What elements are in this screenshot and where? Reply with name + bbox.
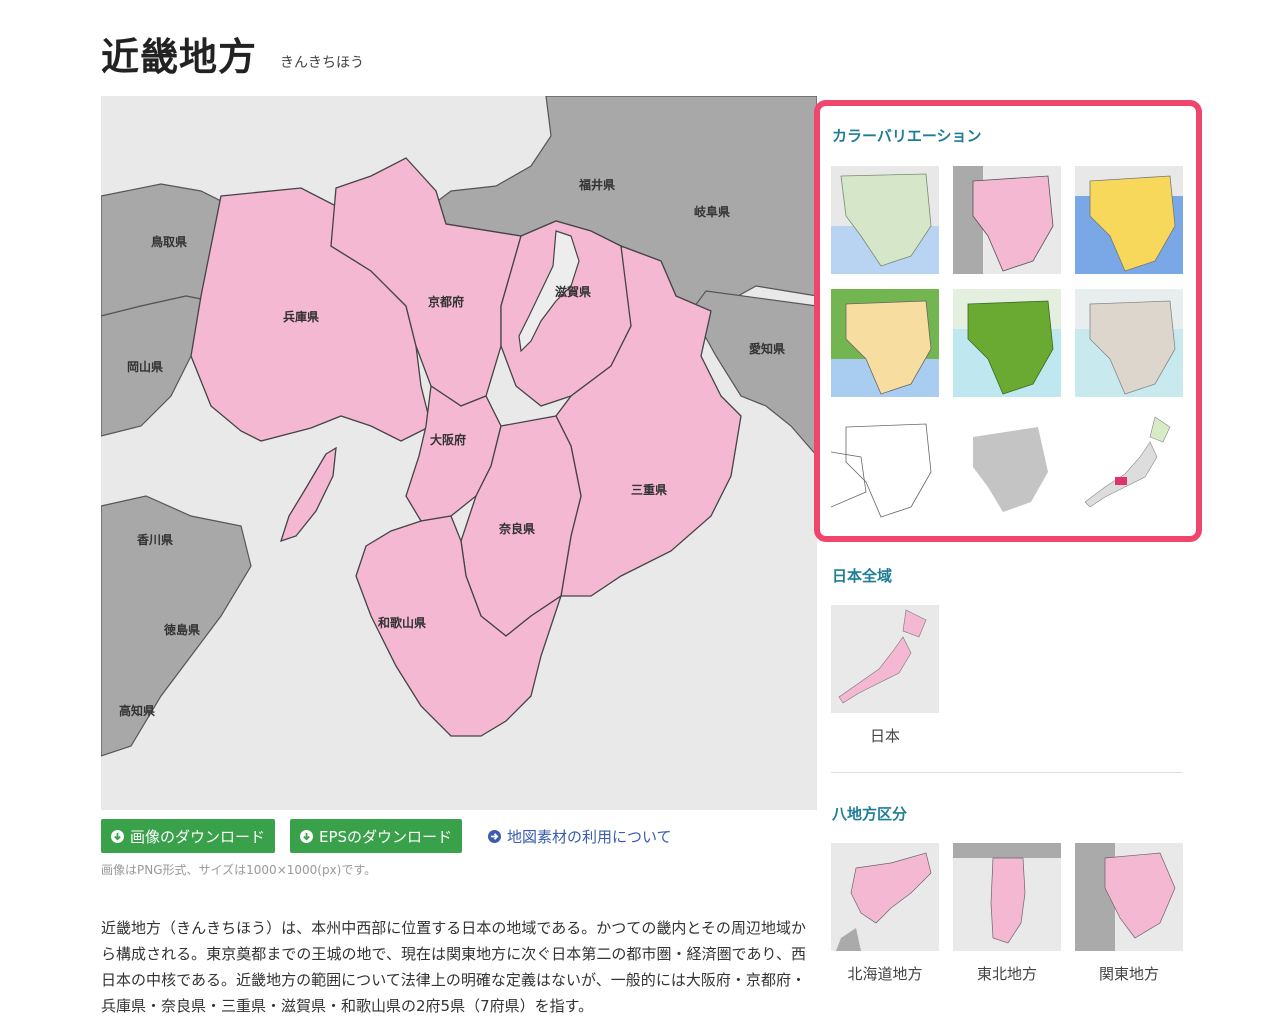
page-title: 近畿地方 bbox=[101, 35, 258, 79]
label-gifu: 岐阜県 bbox=[694, 204, 730, 219]
variation-thumb-outline[interactable] bbox=[831, 412, 939, 520]
download-image-button[interactable]: 画像のダウンロード bbox=[101, 819, 276, 853]
label-shiga: 滋賀県 bbox=[555, 284, 591, 299]
hokkaido-thumb[interactable] bbox=[831, 843, 939, 951]
label-wakayama: 和歌山県 bbox=[377, 615, 426, 630]
label-kochi: 高知県 bbox=[119, 703, 155, 718]
japan-thumb[interactable] bbox=[831, 605, 939, 713]
variation-thumb-yellow[interactable] bbox=[1075, 166, 1183, 274]
usage-info-link[interactable]: 地図素材の利用について bbox=[488, 826, 672, 847]
variation-thumb-gray-beige[interactable] bbox=[1075, 289, 1183, 397]
japan-caption[interactable]: 日本 bbox=[831, 725, 939, 746]
label-tokushima: 徳島県 bbox=[163, 622, 200, 637]
download-image-label: 画像のダウンロード bbox=[130, 827, 266, 846]
hokkaido-caption[interactable]: 北海道地方 bbox=[831, 963, 939, 984]
sidebar-divider bbox=[831, 772, 1182, 773]
download-arrow-icon bbox=[111, 829, 124, 843]
usage-info-label: 地図素材の利用について bbox=[507, 828, 672, 846]
label-aichi: 愛知県 bbox=[749, 341, 785, 356]
label-kagawa: 香川県 bbox=[136, 532, 173, 547]
tohoku-thumb[interactable] bbox=[953, 843, 1061, 951]
label-tottori: 鳥取県 bbox=[151, 234, 187, 249]
image-format-note: 画像はPNG形式、サイズは1000×1000(px)です。 bbox=[101, 863, 377, 877]
kanto-thumb[interactable] bbox=[1075, 843, 1183, 951]
regions-heading: 八地方区分 bbox=[832, 805, 908, 823]
kinki-map-image: 福井県 岐阜県 鳥取県 京都府 滋賀県 兵庫県 岡山県 愛知県 大阪府 三重県 … bbox=[101, 96, 817, 810]
color-variations-heading: カラーバリエーション bbox=[832, 127, 982, 145]
label-nara: 奈良県 bbox=[498, 521, 535, 536]
variation-thumb-silhouette[interactable] bbox=[953, 412, 1061, 520]
label-okayama: 岡山県 bbox=[127, 359, 163, 374]
variation-thumb-japan-location[interactable] bbox=[1075, 412, 1183, 520]
arrow-right-circle-icon bbox=[488, 830, 501, 843]
download-eps-button[interactable]: EPSのダウンロード bbox=[290, 819, 463, 853]
label-mie: 三重県 bbox=[631, 482, 667, 497]
variation-thumb-pink[interactable] bbox=[953, 166, 1061, 274]
variation-thumb-dark-green[interactable] bbox=[953, 289, 1061, 397]
variation-thumb-green[interactable] bbox=[831, 166, 939, 274]
kanto-caption[interactable]: 関東地方 bbox=[1075, 963, 1183, 984]
page-title-reading: きんきちほう bbox=[280, 55, 364, 71]
download-arrow-icon bbox=[300, 829, 313, 843]
label-osaka: 大阪府 bbox=[430, 432, 466, 447]
variation-thumb-beige-green[interactable] bbox=[831, 289, 939, 397]
japan-heading: 日本全域 bbox=[832, 567, 893, 585]
label-fukui: 福井県 bbox=[578, 177, 615, 192]
description-paragraph: 近畿地方（きんきちほう）は、本州中西部に位置する日本の地域である。かつての畿内と… bbox=[101, 919, 806, 1015]
label-kyoto: 京都府 bbox=[428, 294, 464, 309]
tohoku-caption[interactable]: 東北地方 bbox=[953, 963, 1061, 984]
label-hyogo: 兵庫県 bbox=[283, 309, 319, 324]
download-eps-label: EPSのダウンロード bbox=[319, 827, 453, 846]
